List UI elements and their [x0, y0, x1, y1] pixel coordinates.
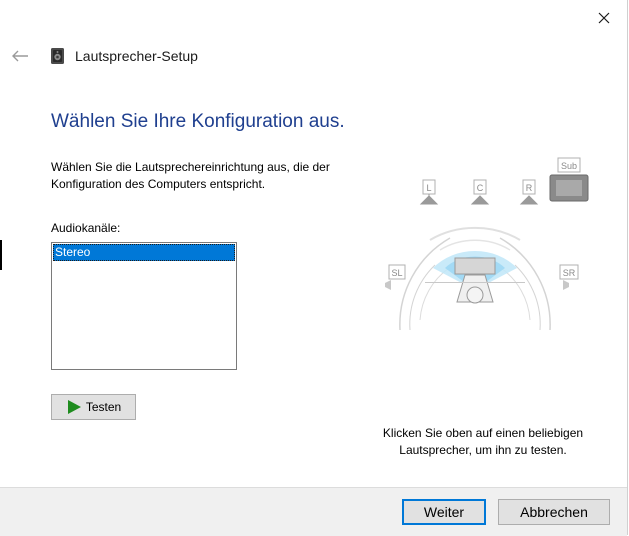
- room-arc-top-2: [439, 239, 511, 251]
- speaker-left-label: L: [426, 183, 431, 193]
- test-button-label: Testen: [85, 400, 122, 414]
- speaker-surround-left[interactable]: SL: [385, 264, 406, 290]
- close-icon: [598, 12, 610, 24]
- room-arc-right-1: [499, 237, 551, 331]
- back-arrow-icon: [12, 50, 28, 62]
- speaker-sub[interactable]: Sub: [549, 157, 589, 202]
- speaker-app-icon: [51, 48, 64, 64]
- room-arc-right-3: [500, 267, 531, 321]
- speaker-diagram: L C R Sub SL SR: [385, 157, 589, 331]
- speaker-right-label: R: [526, 183, 533, 193]
- list-item-stereo[interactable]: Stereo: [53, 244, 235, 261]
- audio-channels-list[interactable]: Stereo: [51, 242, 237, 370]
- close-button[interactable]: [586, 4, 622, 32]
- description-text: Wählen Sie die Lautsprechereinrichtung a…: [51, 160, 330, 191]
- test-hint-text: Klicken Sie oben auf einen beliebigen La…: [382, 426, 584, 457]
- speaker-surround-left-label: SL: [391, 268, 402, 278]
- speaker-right[interactable]: R: [519, 179, 539, 205]
- floor-line: [425, 282, 525, 283]
- dialog-footer: Weiter Abbrechen: [0, 487, 627, 536]
- speaker-center[interactable]: C: [470, 179, 490, 205]
- speaker-left[interactable]: L: [419, 179, 439, 205]
- window-title: Lautsprecher-Setup: [75, 48, 198, 64]
- next-button[interactable]: Weiter: [402, 499, 486, 525]
- speaker-setup-window: Lautsprecher-Setup Wählen Sie Ihre Konfi…: [0, 0, 628, 536]
- listener-head: [466, 286, 484, 304]
- edge-artifact: [0, 240, 2, 270]
- audio-channels-label: Audiokanäle:: [51, 221, 121, 235]
- play-icon: [67, 400, 81, 414]
- speaker-sub-label: Sub: [561, 161, 577, 171]
- speaker-surround-right-label: SR: [563, 268, 576, 278]
- page-heading: Wählen Sie Ihre Konfiguration aus.: [51, 111, 345, 132]
- room-arc-3: [419, 267, 450, 321]
- speaker-surround-right[interactable]: SR: [559, 264, 579, 290]
- speaker-center-label: C: [477, 183, 484, 193]
- monitor: [454, 257, 496, 275]
- test-button[interactable]: Testen: [51, 394, 136, 420]
- room-arc-top: [429, 226, 521, 241]
- back-button[interactable]: [8, 46, 32, 66]
- cancel-button[interactable]: Abbrechen: [498, 499, 610, 525]
